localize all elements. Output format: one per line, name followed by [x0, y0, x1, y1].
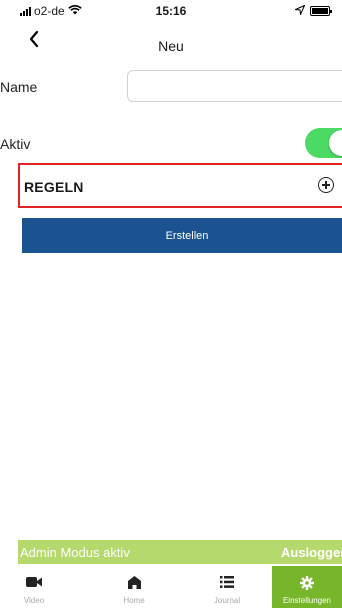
tab-settings[interactable]: Einstellungen — [272, 566, 342, 608]
tab-video[interactable]: Video — [0, 566, 68, 608]
battery-icon — [310, 6, 332, 16]
aktiv-row: Aktiv — [0, 128, 342, 158]
video-camera-icon — [0, 576, 68, 590]
status-right — [293, 4, 332, 18]
admin-mode-banner: Admin Modus aktiv Ausloggen — [18, 540, 342, 564]
tab-label-journal: Journal — [213, 596, 241, 605]
location-arrow-icon — [293, 4, 306, 18]
add-rule-button[interactable] — [318, 177, 334, 193]
tab-label-settings: Einstellungen — [282, 596, 332, 605]
name-field[interactable] — [127, 70, 342, 102]
tab-label-home: Home — [123, 596, 145, 605]
logout-button[interactable]: Ausloggen — [281, 545, 342, 560]
tab-bar: Video Home Journal Einstellungen — [0, 566, 342, 608]
tab-home[interactable]: Home — [100, 566, 168, 608]
aktiv-label: Aktiv — [0, 136, 31, 152]
home-icon — [100, 576, 168, 590]
aktiv-toggle[interactable] — [305, 128, 342, 158]
tab-label-video: Video — [23, 596, 45, 605]
list-icon — [193, 576, 261, 590]
admin-mode-text: Admin Modus aktiv — [20, 545, 130, 560]
nav-bar: Neu — [0, 28, 342, 62]
name-label: Name — [0, 79, 38, 95]
gear-icon — [272, 576, 342, 590]
create-button[interactable]: Erstellen — [22, 218, 342, 253]
name-row: Name — [0, 70, 342, 102]
tab-journal[interactable]: Journal — [193, 566, 261, 608]
rules-section: REGELN — [18, 163, 342, 208]
status-time: 15:16 — [155, 4, 187, 18]
page-title: Neu — [158, 38, 184, 54]
status-bar: o2-de 15:16 — [0, 0, 342, 22]
rules-label: REGELN — [24, 179, 84, 195]
toggle-knob — [329, 130, 342, 156]
